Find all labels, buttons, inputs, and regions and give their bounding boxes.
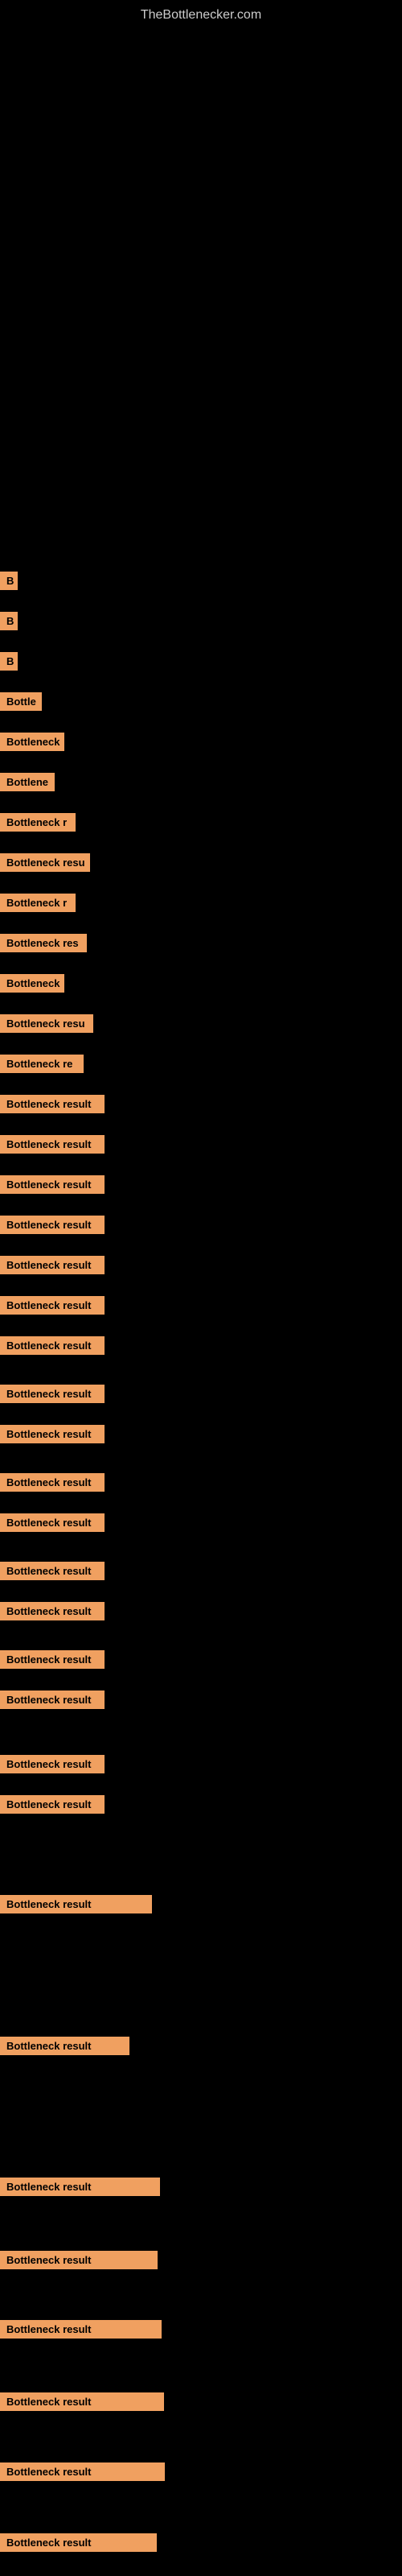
bottleneck-item: Bottleneck resu (0, 1014, 93, 1033)
bottleneck-item: B (0, 612, 18, 630)
bottleneck-item: Bottleneck result (0, 1385, 105, 1403)
bottleneck-item: Bottleneck result (0, 2462, 165, 2481)
bottleneck-item: B (0, 652, 18, 671)
bottleneck-item: Bottleneck result (0, 1256, 105, 1274)
bottleneck-item: Bottleneck res (0, 934, 87, 952)
bottleneck-item: Bottlene (0, 773, 55, 791)
bottleneck-item: Bottleneck re (0, 1055, 84, 1073)
bottleneck-item: Bottleneck result (0, 1095, 105, 1113)
bottleneck-item: Bottleneck resu (0, 853, 90, 872)
bottleneck-item: Bottleneck result (0, 1425, 105, 1443)
bottleneck-item: B (0, 572, 18, 590)
bottleneck-item: Bottleneck result (0, 2320, 162, 2339)
bottleneck-item: Bottleneck result (0, 1755, 105, 1773)
bottleneck-item: Bottleneck result (0, 1513, 105, 1532)
bottleneck-item: Bottleneck result (0, 2533, 157, 2552)
bottleneck-item: Bottleneck result (0, 1795, 105, 1814)
bottleneck-item: Bottleneck result (0, 1336, 105, 1355)
bottleneck-item: Bottleneck result (0, 1135, 105, 1154)
bottleneck-item: Bottleneck result (0, 1296, 105, 1315)
bottleneck-item: Bottleneck result (0, 1175, 105, 1194)
site-title: TheBottlenecker.com (0, 0, 402, 31)
bottleneck-item: Bottleneck result (0, 1895, 152, 1913)
bottleneck-item: Bottleneck result (0, 2178, 160, 2196)
bottleneck-item: Bottleneck (0, 974, 64, 993)
bottleneck-item: Bottleneck result (0, 1650, 105, 1669)
bottleneck-item: Bottleneck result (0, 2037, 129, 2055)
bottleneck-item: Bottleneck result (0, 1690, 105, 1709)
bottleneck-item: Bottleneck result (0, 2251, 158, 2269)
bottleneck-item: Bottleneck (0, 733, 64, 751)
bottleneck-item: Bottleneck result (0, 2392, 164, 2411)
bottleneck-item: Bottleneck result (0, 1562, 105, 1580)
bottleneck-item: Bottle (0, 692, 42, 711)
bottleneck-item: Bottleneck result (0, 1602, 105, 1620)
bottleneck-item: Bottleneck result (0, 1216, 105, 1234)
bottleneck-item: Bottleneck r (0, 894, 76, 912)
bottleneck-item: Bottleneck r (0, 813, 76, 832)
bottleneck-item: Bottleneck result (0, 1473, 105, 1492)
